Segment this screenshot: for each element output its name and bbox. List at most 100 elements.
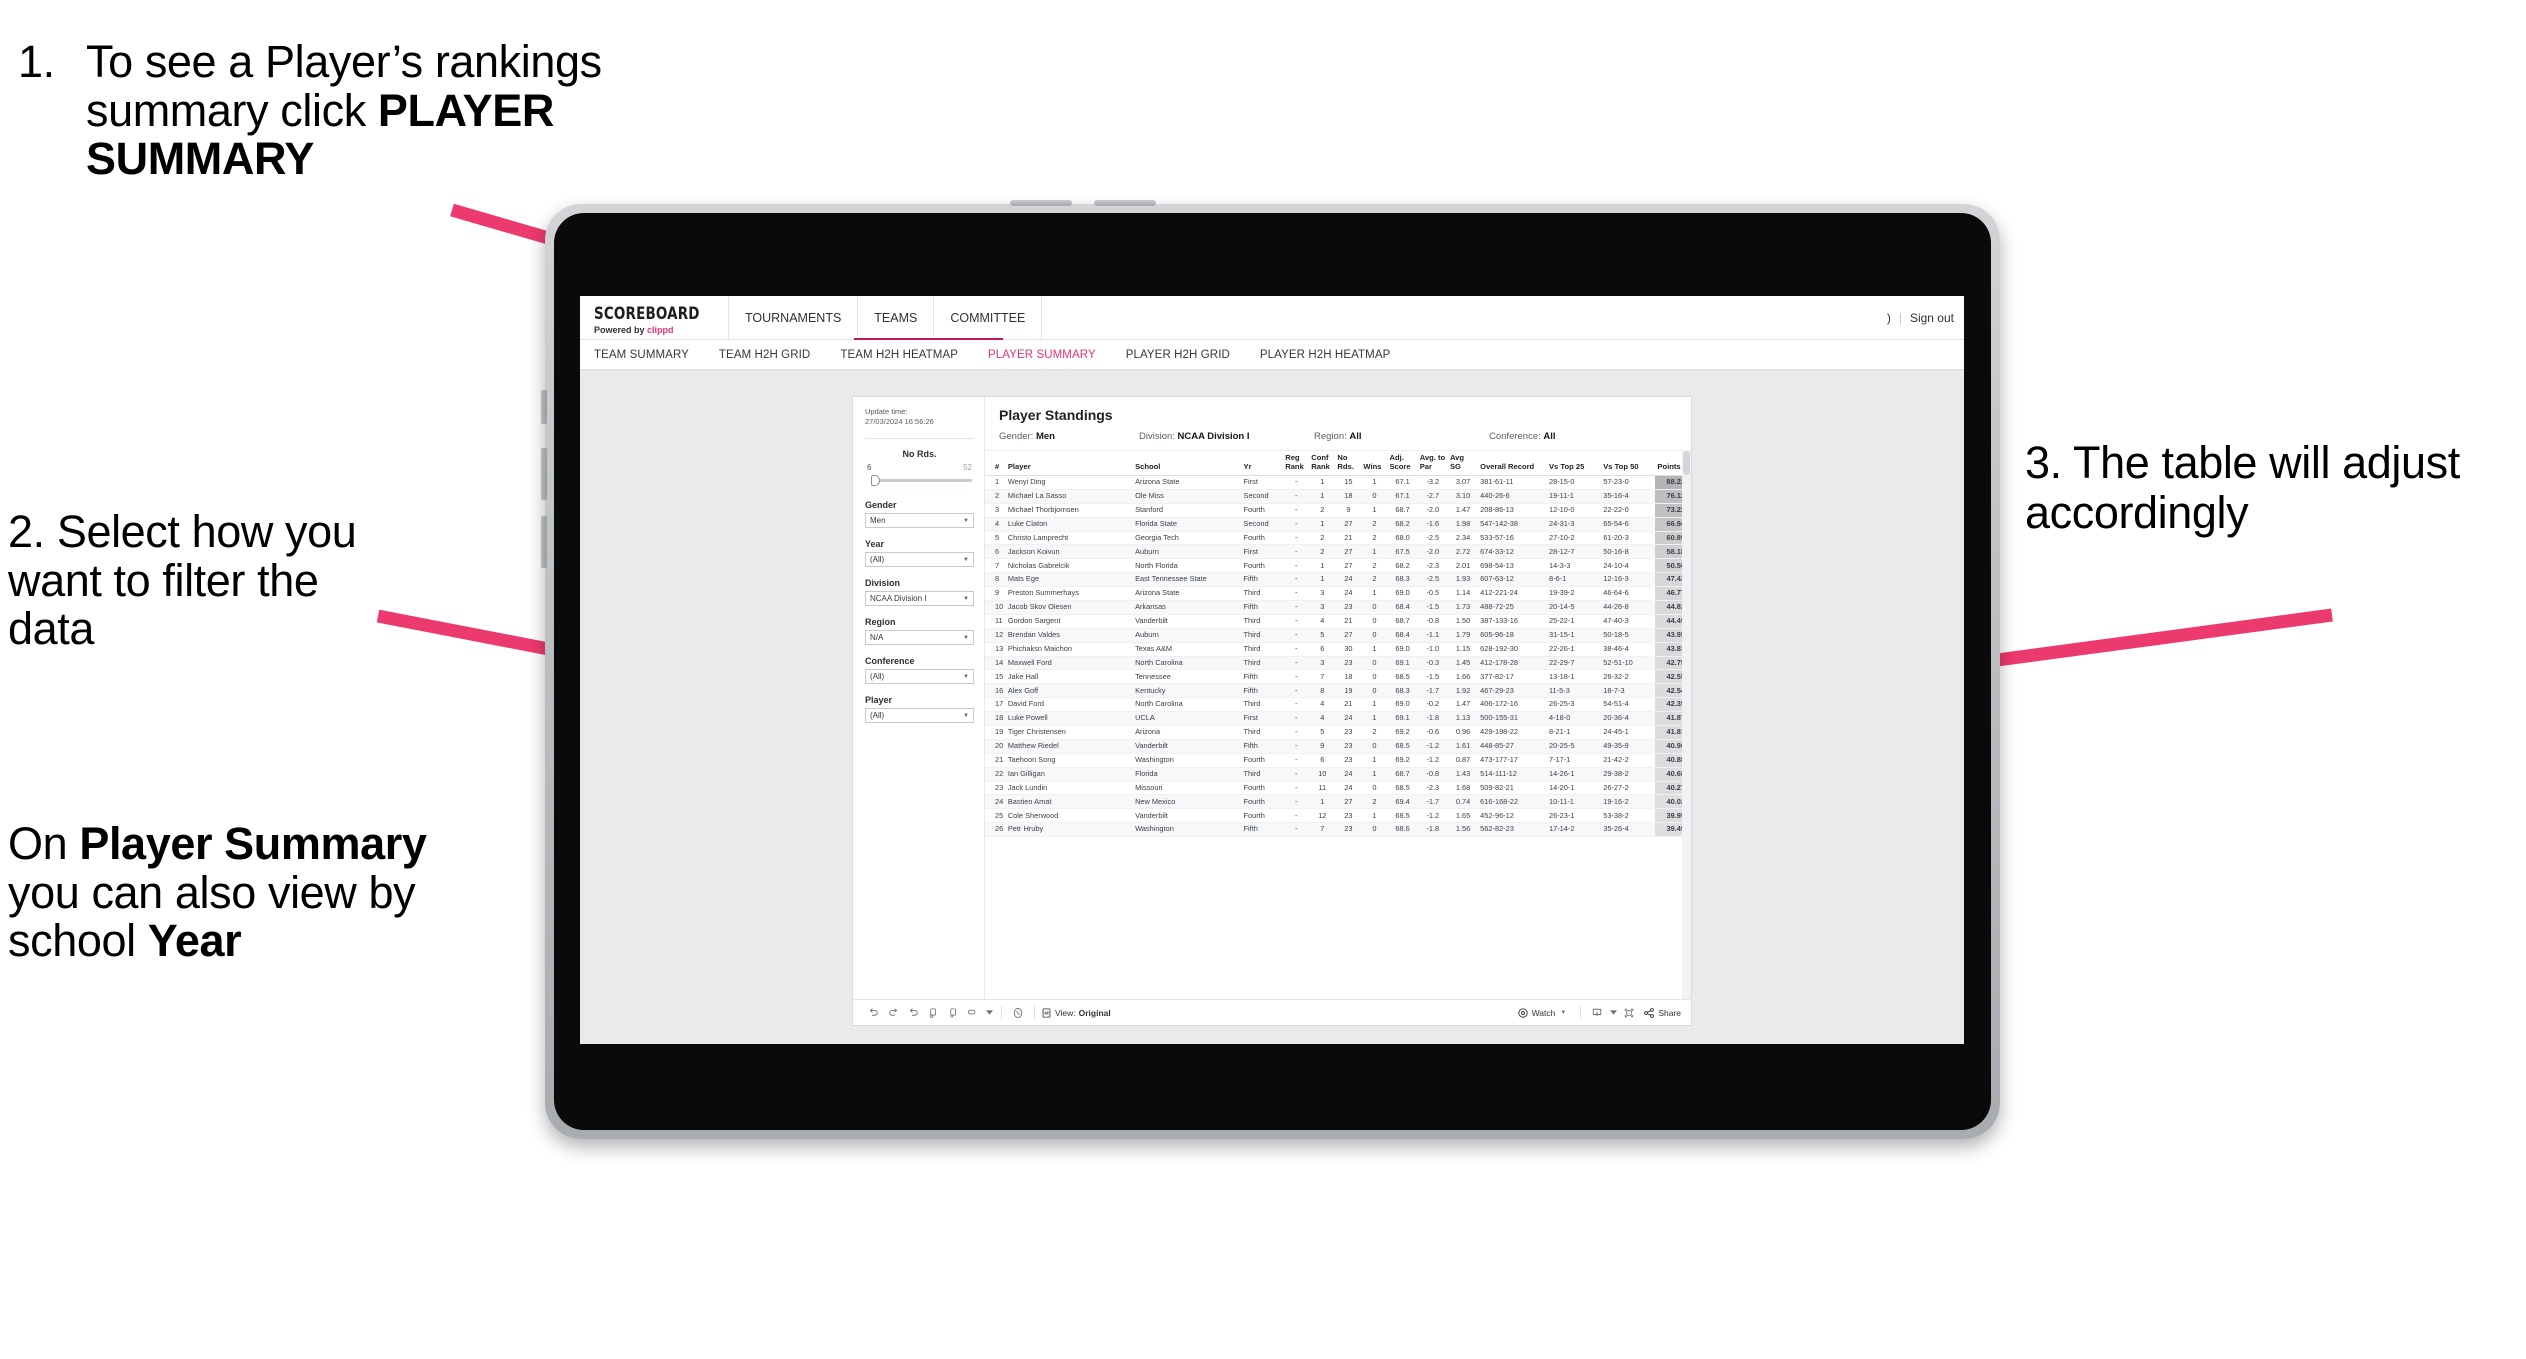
col-vs-top-50[interactable]: Vs Top 50 (1601, 451, 1656, 476)
col-avg-sg[interactable]: Avg SG (1447, 451, 1479, 476)
cell-vs-top-50: 29-38-2 (1601, 767, 1656, 782)
redo-icon[interactable] (883, 1004, 903, 1022)
table-row[interactable]: 1 Wenyi Ding Arizona State First -1 15 1 67.1 -3… (985, 475, 1691, 490)
points-value: 42.75 (1666, 657, 1686, 667)
table-row[interactable]: 21 Taehoon Song Washington Fourth -6 23 1 69.2-… (985, 753, 1691, 768)
table-row[interactable]: 14 Maxwell Ford North Carolina Third -3 23 0 69… (985, 656, 1691, 671)
cell-wins: 2 (1361, 517, 1388, 532)
table-scrollbar[interactable] (1682, 451, 1691, 999)
table-row[interactable]: 9 Preston Summerhays Arizona State Third -3 2… (985, 586, 1691, 602)
table-row[interactable]: 17 David Ford North Carolina Third -4 21 1 69.0… (985, 697, 1691, 713)
fullscreen-icon[interactable] (1619, 1004, 1639, 1022)
col-overall-record[interactable]: Overall Record (1478, 451, 1547, 476)
table-row[interactable]: 25 Cole Sherwood Vanderbilt Fourth -12 23 1 68.… (985, 808, 1691, 824)
cell-overall-record: 605-96-18 (1478, 628, 1547, 643)
cell-conf-rank: 10 (1309, 767, 1336, 782)
filter-division-select[interactable]: NCAA Division I ▼ (865, 591, 974, 607)
table-row[interactable]: 15 Jake Hall Tennessee Fifth -7 18 0 68.5 -1.5 1.… (985, 669, 1691, 685)
cell-yr: Third (1241, 697, 1284, 713)
table-row[interactable]: 26 Petr Hruby Washington Fifth -7 23 0 68.6 -1.8… (985, 822, 1691, 838)
table-row[interactable]: 6 Jackson Koivun Auburn First -2 27 1 67.5 -2.0 2… (985, 544, 1691, 560)
table-row[interactable]: 2 Michael La Sasso Ole Miss Second -1 18 0 67.1… (985, 489, 1691, 504)
nav-teams[interactable]: TEAMS (858, 296, 935, 339)
col-school[interactable]: School (1133, 451, 1242, 476)
table-row[interactable]: 19 Tiger Christensen Arizona Third -5 23 2 69.2… (985, 725, 1691, 740)
cell-avg-to-par: -1.2 (1417, 739, 1448, 754)
filter-gender-select[interactable]: Men ▼ (865, 513, 974, 529)
table-row[interactable]: 23 Jack Lundin Missouri Fourth -11 24 0 68.5 -2.… (985, 781, 1691, 796)
pause-refresh-icon[interactable] (943, 1004, 963, 1022)
meta-conference-label: Conference: (1489, 431, 1541, 442)
undo-icon[interactable] (863, 1004, 883, 1022)
table-row[interactable]: 20 Matthew Riedel Vanderbilt Fifth -9 23 0 68.5… (985, 739, 1691, 754)
sign-out-link[interactable]: Sign out (1910, 311, 1954, 325)
chevron-down-icon[interactable] (1607, 1004, 1619, 1022)
tab-team-summary[interactable]: TEAM SUMMARY (594, 349, 705, 361)
filter-player-select[interactable]: (All) ▼ (865, 708, 974, 724)
table-row[interactable]: 11 Gordon Sargent Vanderbilt Third -4 21 0 68.7… (985, 614, 1691, 629)
col-avg-to-par[interactable]: Avg. to Par (1417, 451, 1448, 476)
watch-button[interactable]: Watch ▼ (1517, 1007, 1566, 1019)
device-layout-icon[interactable] (963, 1004, 983, 1022)
table-row[interactable]: 4 Luke Claton Florida State Second -1 27 2 68.2… (985, 517, 1691, 532)
cell-overall-record: 628-192-30 (1478, 642, 1547, 657)
col-reg-rank[interactable]: Reg Rank (1283, 451, 1310, 476)
table-row[interactable]: 7 Nicholas Gabrelcik North Florida Fourth -1… (985, 558, 1691, 574)
refresh-data-icon[interactable] (923, 1004, 943, 1022)
table-row[interactable]: 18 Luke Powell UCLA First -4 24 1 69.1 -1.8 1.13 5… (985, 711, 1691, 727)
cell-overall-record: 381-61-11 (1478, 475, 1547, 490)
col-conf-rank[interactable]: Conf Rank (1309, 451, 1336, 476)
col-no-rds[interactable]: No Rds. (1335, 451, 1362, 476)
share-button[interactable]: Share (1643, 1007, 1681, 1019)
cell-vs-top-50: 50-16-8 (1601, 544, 1656, 560)
filter-region-select[interactable]: N/A ▼ (865, 630, 974, 646)
table-row[interactable]: 3 Michael Thorbjornsen Stanford Fourth -2 9 1 6… (985, 503, 1691, 518)
col-player[interactable]: Player (1005, 451, 1134, 476)
col-wins[interactable]: Wins (1361, 451, 1388, 476)
cell-no-rds: 23 (1335, 656, 1362, 671)
slider-handle[interactable] (871, 475, 880, 487)
cell-school: Vanderbilt (1133, 808, 1242, 824)
alerts-icon[interactable] (1008, 1004, 1028, 1022)
nav-tournaments[interactable]: TOURNAMENTS (727, 296, 859, 339)
col-rank[interactable]: # (985, 451, 1006, 476)
cell-school: Washington (1133, 822, 1242, 838)
points-value: 42.55 (1666, 671, 1686, 681)
table-row[interactable]: 5 Christo Lamprecht Georgia Tech Fourth -2 21… (985, 531, 1691, 546)
nav-committee[interactable]: COMMITTEE (934, 296, 1043, 339)
table-row[interactable]: 22 Ian Gilligan Florida Third -10 24 1 68.7 -0.8… (985, 767, 1691, 782)
revert-icon[interactable] (903, 1004, 923, 1022)
no-rounds-slider[interactable] (865, 474, 974, 487)
table-row[interactable]: 24 Bastien Amat New Mexico Fourth -1 27 2 69.4-… (985, 794, 1691, 810)
chevron-down-icon[interactable] (983, 1004, 995, 1022)
tab-team-h2h-heatmap[interactable]: TEAM H2H HEATMAP (840, 349, 974, 361)
cell-no-rds: 9 (1335, 503, 1362, 518)
col-yr[interactable]: Yr (1241, 451, 1284, 476)
tab-player-h2h-heatmap[interactable]: PLAYER H2H HEATMAP (1260, 349, 1406, 361)
cell-overall-record: 412-221-24 (1478, 586, 1547, 602)
table-row[interactable]: 16 Alex Goff Kentucky Fifth -8 19 0 68.3 -1.7 1.9… (985, 683, 1691, 699)
table-row[interactable]: 13 Phichaksn Maichon Texas A&M Third -6 30 1 69… (985, 642, 1691, 657)
cell-adj-score: 68.7 (1387, 767, 1418, 782)
table-row[interactable]: 10 Jacob Skov Olesen Arkansas Fifth -3 23 0 68.… (985, 600, 1691, 615)
filter-year-select[interactable]: (All) ▼ (865, 552, 974, 568)
tab-player-h2h-grid[interactable]: PLAYER H2H GRID (1126, 349, 1246, 361)
filter-conference-select[interactable]: (All) ▼ (865, 669, 974, 685)
scrollbar-thumb[interactable] (1683, 451, 1690, 475)
table-row[interactable]: 8 Mats Ege East Tennessee State Fifth -1 24 2 6… (985, 572, 1691, 588)
col-vs-top-25[interactable]: Vs Top 25 (1546, 451, 1602, 476)
no-rounds-range: 6 52 (865, 463, 974, 472)
view-original-button[interactable]: View: Original (1041, 1007, 1111, 1019)
tab-player-summary[interactable]: PLAYER SUMMARY (988, 349, 1112, 361)
cell-yr: Third (1241, 628, 1284, 643)
table-row[interactable]: 12 Brendan Valdes Auburn Third -5 27 0 68.4 -1.1… (985, 628, 1691, 643)
points-value: 47.42 (1666, 574, 1686, 584)
col-adj-score[interactable]: Adj. Score (1387, 451, 1418, 476)
cell-rank: 9 (985, 586, 1006, 602)
tab-team-h2h-grid[interactable]: TEAM H2H GRID (719, 349, 826, 361)
chevron-down-icon: ▼ (963, 634, 969, 641)
download-icon[interactable] (1587, 1004, 1607, 1022)
meta-region-value: All (1349, 431, 1362, 442)
app-logo[interactable]: SCOREBOARD Powered by clippd (580, 296, 728, 339)
cell-adj-score: 68.0 (1387, 531, 1418, 546)
